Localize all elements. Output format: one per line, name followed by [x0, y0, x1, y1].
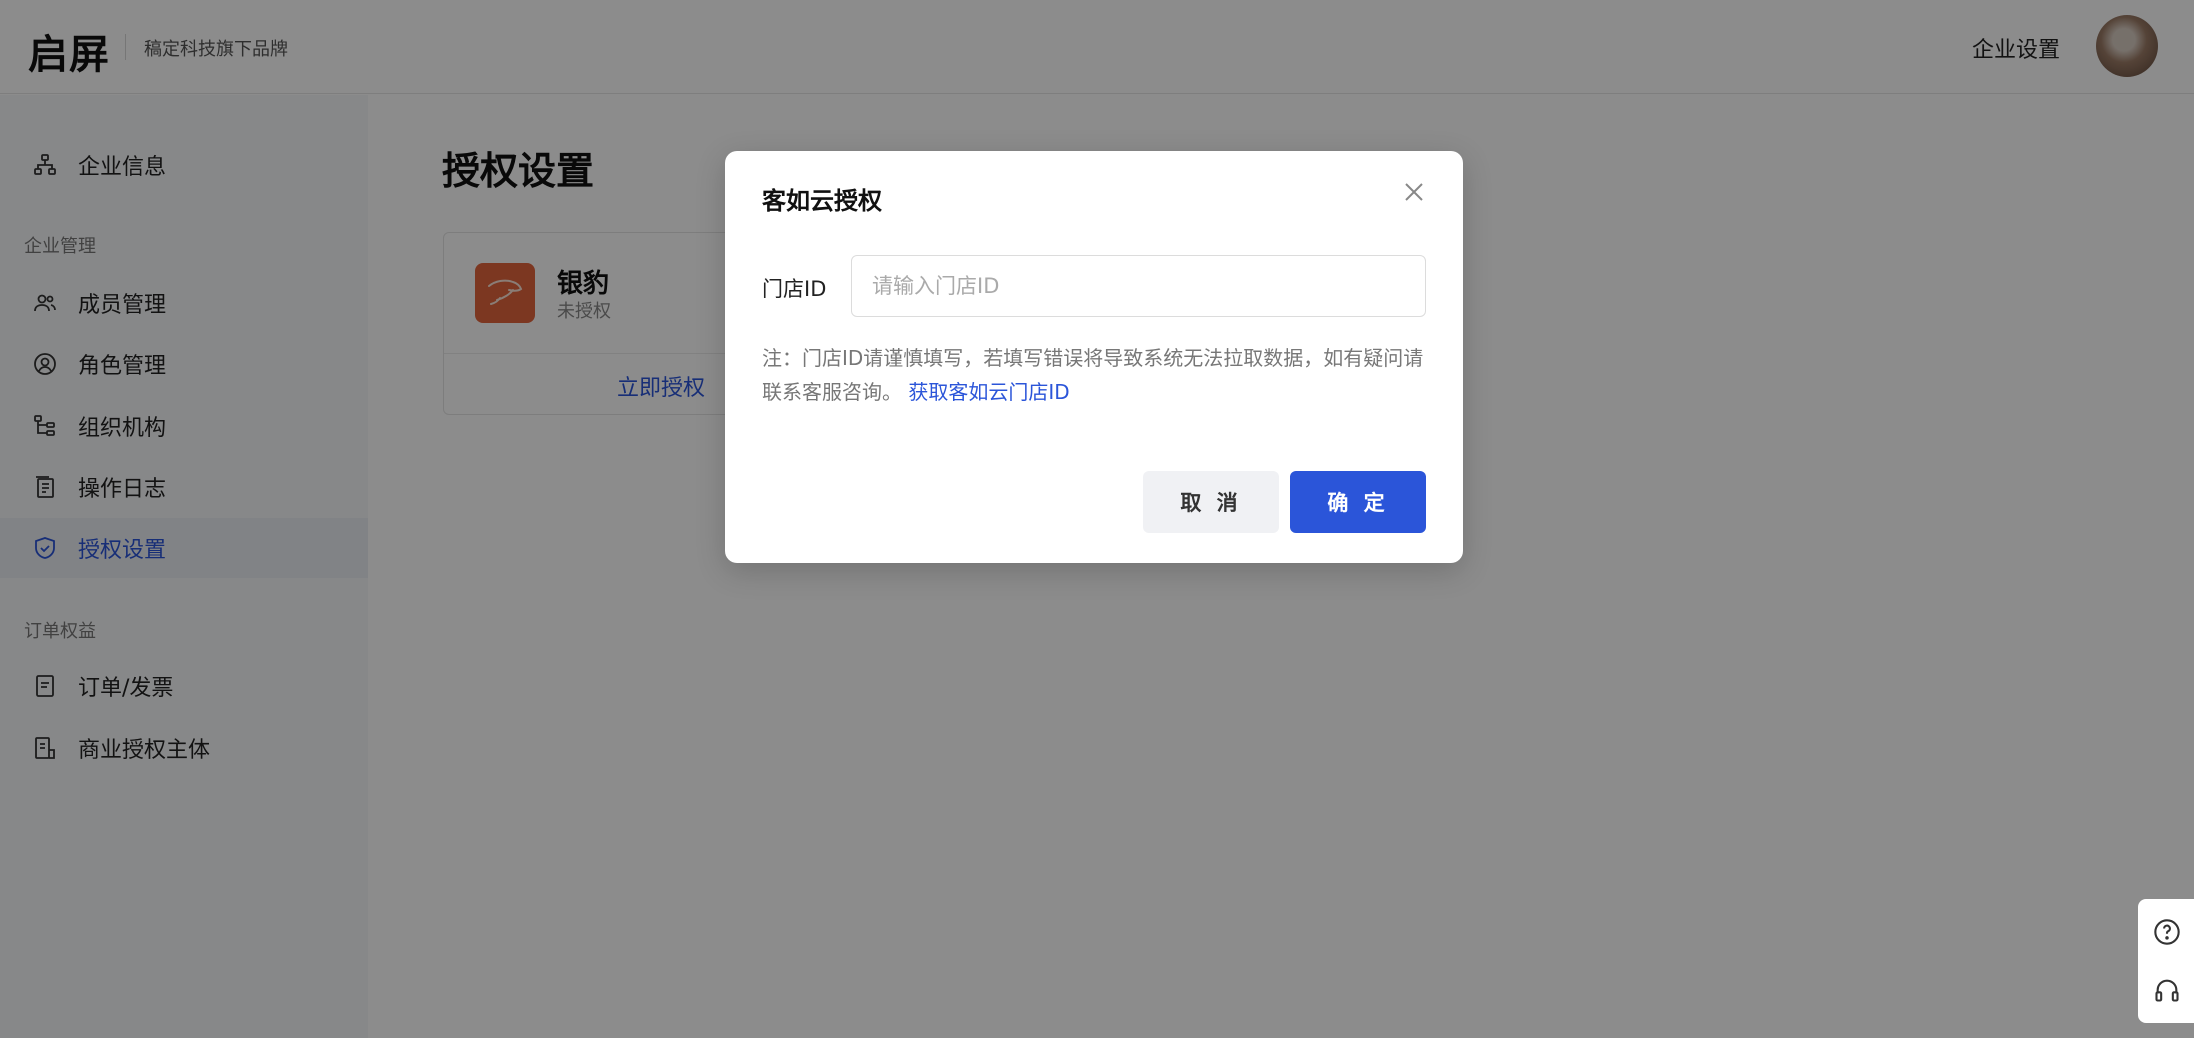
- note-text: 注：门店ID请谨慎填写，若填写错误将导致系统无法拉取数据，如有疑问请联系客服咨询…: [762, 346, 1424, 404]
- headset-icon[interactable]: [2152, 975, 2182, 1005]
- get-store-id-link[interactable]: 获取客如云门店ID: [908, 380, 1069, 404]
- cancel-button[interactable]: 取 消: [1143, 471, 1279, 533]
- help-widget: [2138, 899, 2194, 1023]
- modal-note: 注：门店ID请谨慎填写，若填写错误将导致系统无法拉取数据，如有疑问请联系客服咨询…: [762, 341, 1426, 409]
- modal-title: 客如云授权: [762, 187, 882, 215]
- store-id-label: 门店ID: [762, 277, 827, 301]
- close-icon[interactable]: [1399, 177, 1429, 207]
- authorization-modal: 客如云授权 门店ID 注：门店ID请谨慎填写，若填写错误将导致系统无法拉取数据，…: [725, 151, 1463, 563]
- confirm-button[interactable]: 确 定: [1290, 471, 1426, 533]
- store-id-input[interactable]: [851, 255, 1426, 317]
- help-icon[interactable]: [2152, 917, 2182, 947]
